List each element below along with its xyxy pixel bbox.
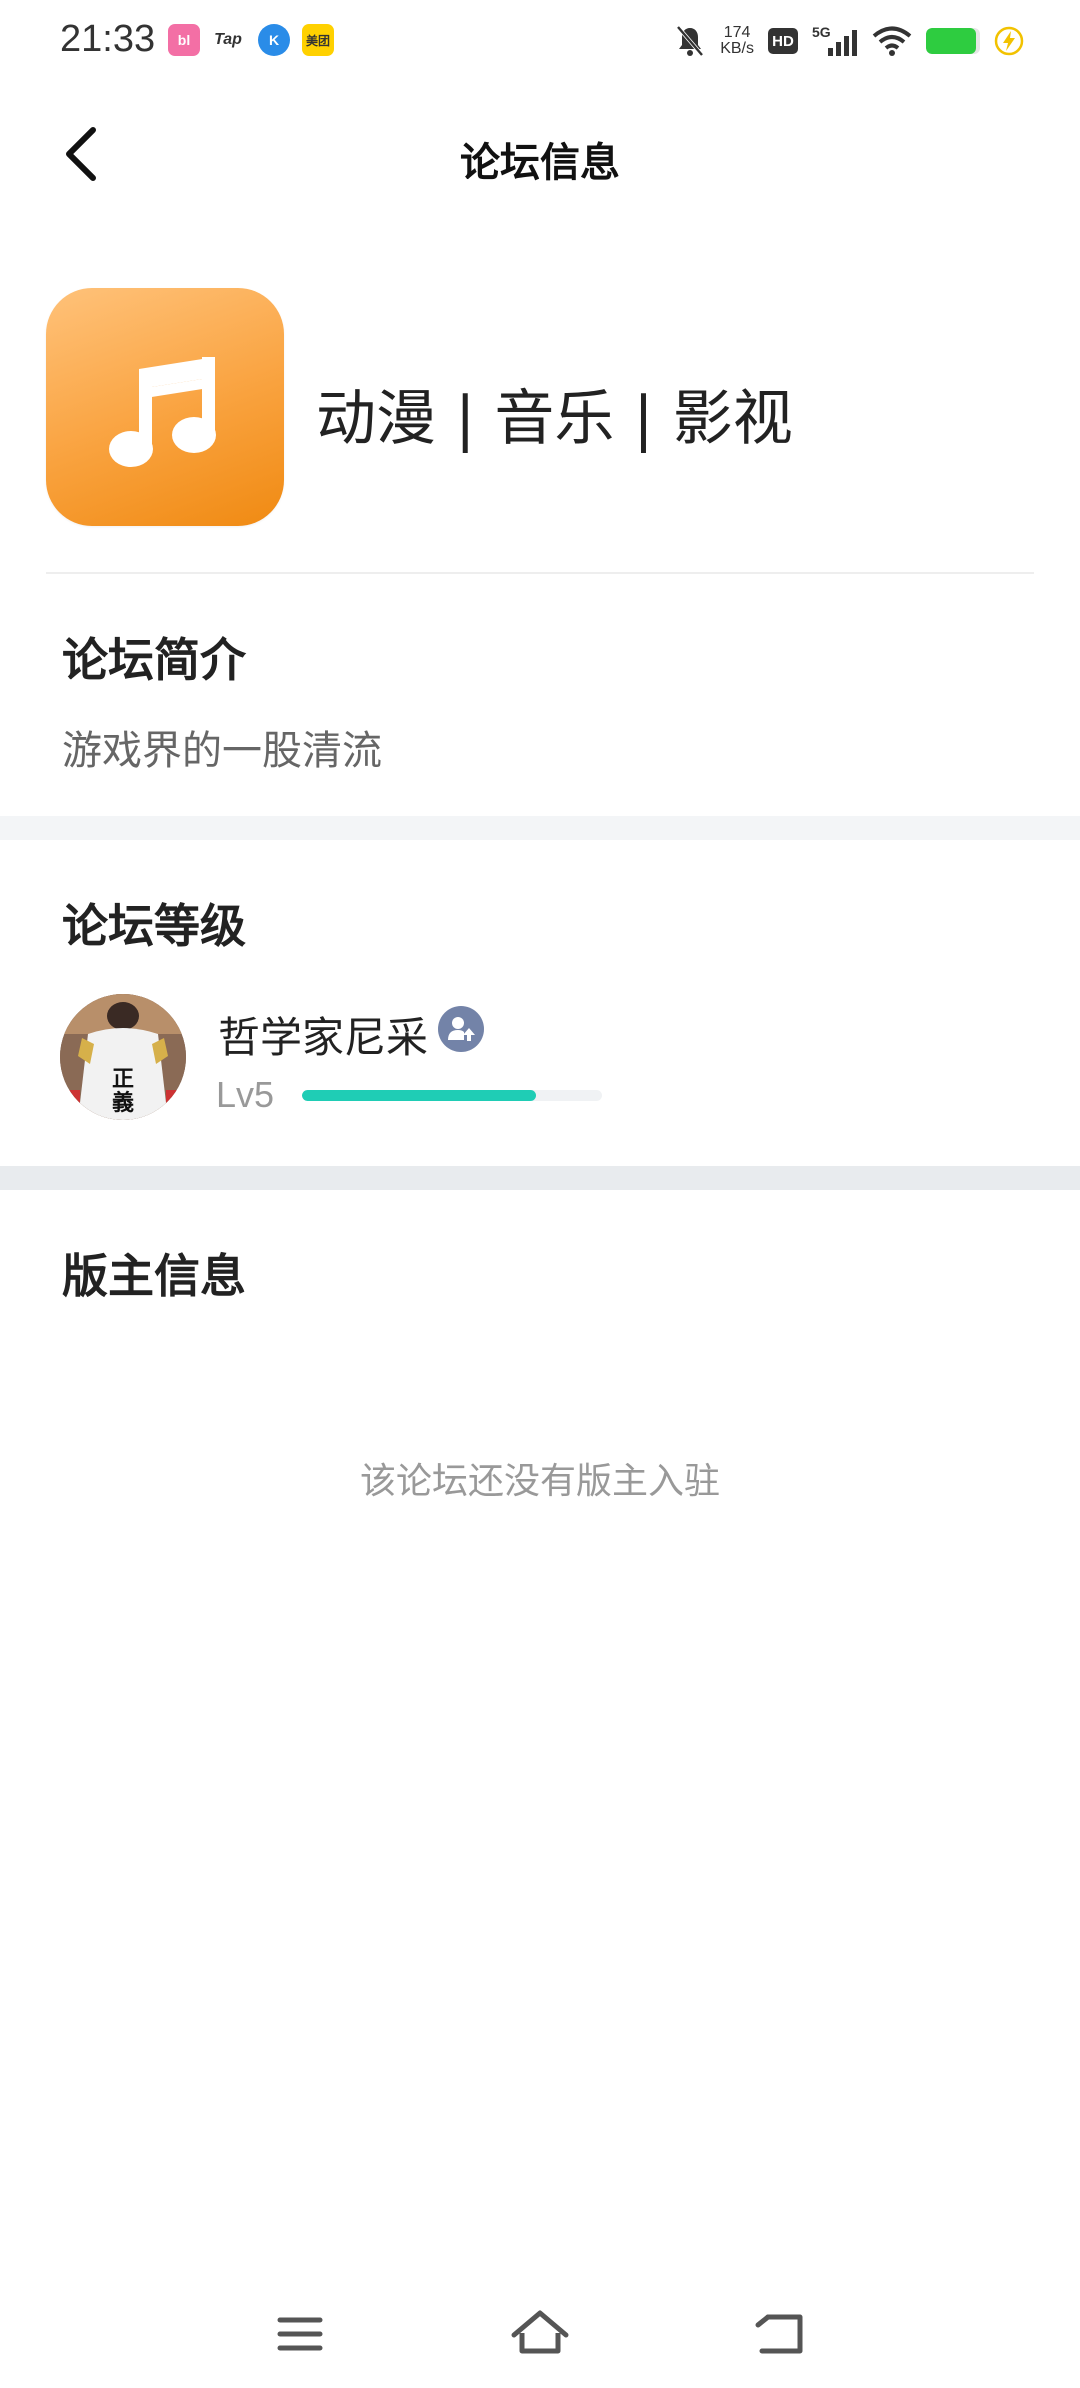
back-nav-button[interactable] — [748, 2302, 812, 2366]
moderator-empty-text: 该论坛还没有版主入驻 — [359, 1461, 720, 1502]
intro-section-title: 论坛简介 — [62, 633, 246, 687]
user-level: Lv5 — [216, 1074, 275, 1115]
system-nav-bar — [0, 2278, 1080, 2388]
user-name: 哲学家尼采 — [218, 1013, 429, 1062]
forum-name: 动漫 | 音乐 | 影视 — [316, 384, 793, 454]
forum-description: 游戏界的一股清流 — [62, 728, 382, 774]
svg-text:5G: 5G — [812, 24, 831, 40]
network-speed: 174 KB/s — [720, 24, 754, 57]
user-upgrade-badge-icon — [438, 1006, 484, 1052]
page-title: 论坛信息 — [460, 140, 620, 186]
meituan-icon: 美团 — [302, 24, 334, 56]
k-app-icon: K — [258, 24, 290, 56]
back-icon — [755, 2314, 803, 2354]
level-progress-bar — [302, 1090, 602, 1101]
moderator-section-title: 版主信息 — [62, 1249, 246, 1303]
bilibili-icon: bl — [168, 24, 200, 56]
status-bar: 21:33 bl Tap K 美团 174 KB/s HD 5G — [0, 0, 1080, 84]
signal-5g-icon: 5G — [812, 24, 857, 56]
section-separator — [0, 1166, 1080, 1190]
svg-text:正: 正 — [112, 1066, 134, 1092]
battery-icon — [926, 28, 980, 54]
section-separator — [0, 816, 1080, 840]
forum-icon — [46, 288, 284, 526]
battery-level-fill — [926, 28, 976, 54]
home-icon — [511, 2310, 569, 2354]
status-time: 21:33 — [60, 18, 156, 60]
avatar[interactable]: 正 義 — [60, 994, 186, 1120]
top-nav-bar: 论坛信息 — [0, 84, 1080, 224]
menu-icon — [277, 2317, 323, 2351]
divider — [46, 572, 1034, 574]
music-note-icon — [109, 357, 216, 467]
menu-button[interactable] — [268, 2302, 332, 2366]
level-progress-fill — [302, 1090, 536, 1101]
home-button[interactable] — [508, 2302, 572, 2366]
level-section-title: 论坛等级 — [62, 899, 246, 953]
svg-text:義: 義 — [112, 1090, 134, 1116]
taptap-icon: Tap — [212, 24, 244, 56]
hd-icon: HD — [768, 28, 798, 54]
wifi-icon — [872, 26, 912, 56]
charging-icon — [994, 26, 1024, 56]
mute-bell-icon — [676, 25, 704, 57]
